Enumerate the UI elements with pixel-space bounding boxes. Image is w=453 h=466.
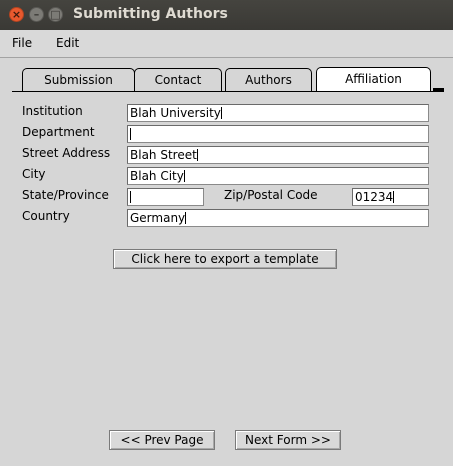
department-field[interactable] bbox=[127, 125, 429, 143]
text-cursor bbox=[185, 212, 187, 224]
tab-bar: Submission Contact Authors Affiliation bbox=[0, 67, 453, 92]
institution-label: Institution bbox=[22, 104, 83, 118]
prev-page-button[interactable]: << Prev Page bbox=[109, 430, 215, 450]
export-template-button[interactable]: Click here to export a template bbox=[113, 249, 337, 269]
text-cursor bbox=[130, 191, 131, 203]
menu-file[interactable]: File bbox=[12, 36, 32, 50]
state-province-label: State/Province bbox=[22, 188, 109, 202]
tab-underline bbox=[12, 91, 434, 92]
department-label: Department bbox=[22, 125, 95, 139]
zip-code-label: Zip/Postal Code bbox=[224, 188, 318, 202]
text-cursor bbox=[196, 149, 198, 161]
institution-value: Blah University bbox=[130, 106, 221, 120]
tab-contact[interactable]: Contact bbox=[134, 68, 222, 91]
menu-bar: File Edit bbox=[0, 30, 453, 58]
tab-affiliation[interactable]: Affiliation bbox=[316, 67, 431, 92]
street-address-value: Blah Street bbox=[130, 148, 197, 162]
street-address-field[interactable]: Blah Street bbox=[127, 146, 429, 164]
zip-code-value: 01234 bbox=[355, 190, 394, 204]
street-address-label: Street Address bbox=[22, 146, 111, 160]
minimize-icon[interactable]: – bbox=[29, 7, 44, 22]
city-label: City bbox=[22, 167, 46, 181]
institution-field[interactable]: Blah University bbox=[127, 104, 429, 122]
text-cursor bbox=[393, 191, 395, 203]
close-icon[interactable]: × bbox=[9, 7, 24, 22]
menu-edit[interactable]: Edit bbox=[56, 36, 79, 50]
title-bar: × – □ Submitting Authors bbox=[0, 0, 453, 30]
window-title: Submitting Authors bbox=[73, 6, 228, 22]
country-label: Country bbox=[22, 209, 70, 223]
zip-code-field[interactable]: 01234 bbox=[352, 188, 429, 206]
next-form-button[interactable]: Next Form >> bbox=[235, 430, 341, 450]
country-field[interactable]: Germany bbox=[127, 209, 429, 227]
tab-scroll-marker bbox=[433, 88, 444, 92]
country-value: Germany bbox=[130, 211, 186, 225]
tab-authors[interactable]: Authors bbox=[225, 68, 312, 91]
text-cursor bbox=[130, 128, 131, 140]
city-field[interactable]: Blah City bbox=[127, 167, 429, 185]
text-cursor bbox=[220, 107, 222, 119]
maximize-icon[interactable]: □ bbox=[48, 7, 63, 22]
state-province-field[interactable] bbox=[127, 188, 204, 206]
text-cursor bbox=[183, 170, 185, 182]
city-value: Blah City bbox=[130, 169, 184, 183]
tab-submission[interactable]: Submission bbox=[22, 68, 135, 91]
